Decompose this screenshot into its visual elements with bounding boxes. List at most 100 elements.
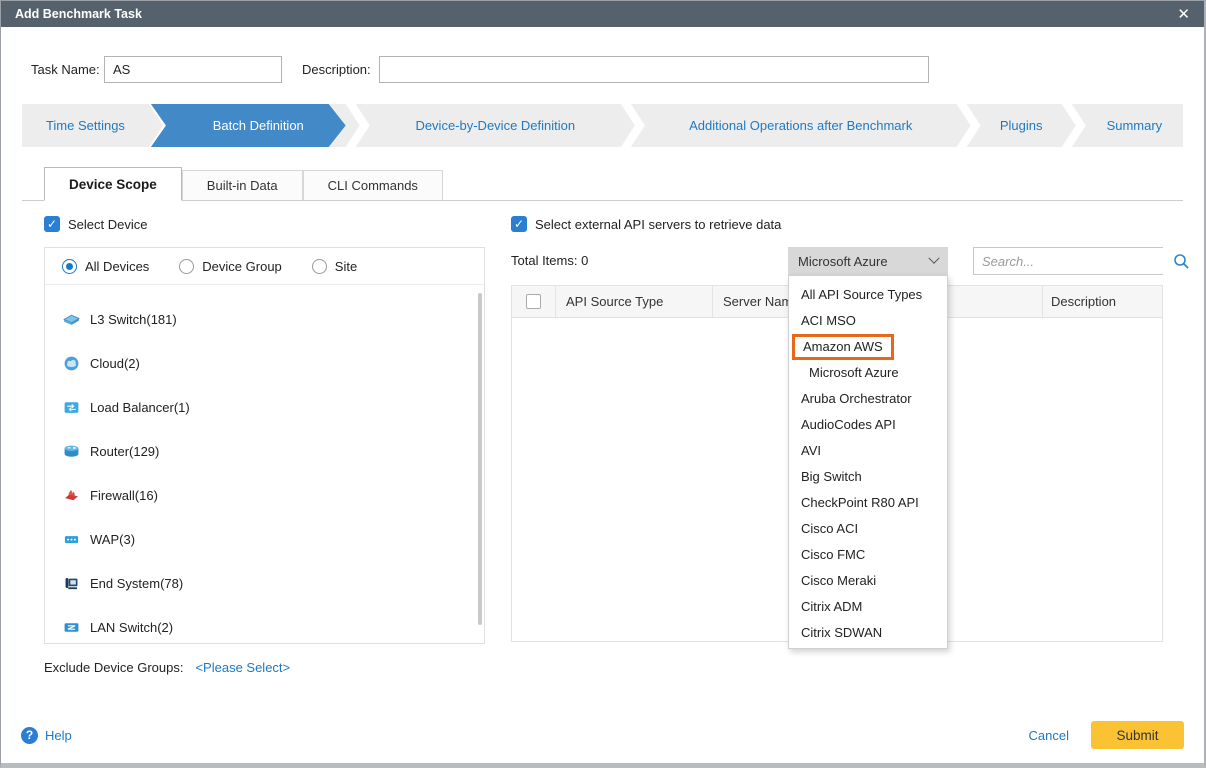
- dropdown-option-checkpoint-r80-api[interactable]: CheckPoint R80 API: [789, 490, 947, 516]
- wizard-step-additional-operations-after-benchmark[interactable]: Additional Operations after Benchmark: [645, 104, 957, 147]
- select-device-checkbox[interactable]: [44, 216, 60, 232]
- exclude-device-groups-link[interactable]: <Please Select>: [195, 660, 290, 675]
- wizard-step-device-by-device-definition[interactable]: Device-by-Device Definition: [370, 104, 621, 147]
- search-input[interactable]: [974, 248, 1168, 274]
- device-item-router[interactable]: Router(129): [45, 429, 484, 473]
- select-device-label: Select Device: [68, 217, 147, 232]
- device-item-wap[interactable]: WAP(3): [45, 517, 484, 561]
- dropdown-option-cisco-aci[interactable]: Cisco ACI: [789, 516, 947, 542]
- tab-device-scope[interactable]: Device Scope: [44, 167, 182, 201]
- wizard: Time SettingsBatch Definition Device-by-D…: [22, 104, 1183, 147]
- radio-button-icon[interactable]: [312, 259, 327, 274]
- wizard-chevron-icon: [621, 104, 645, 147]
- device-list-scrollbar[interactable]: [478, 293, 482, 625]
- device-item-cloud[interactable]: Cloud(2): [45, 341, 484, 385]
- tab-bar: Device ScopeBuilt-in DataCLI Commands: [22, 167, 1183, 201]
- device-item-label: Cloud(2): [90, 356, 140, 371]
- radio-button-icon[interactable]: [179, 259, 194, 274]
- dropdown-option-cisco-fmc[interactable]: Cisco FMC: [789, 542, 947, 568]
- api-source-type-dropdown[interactable]: Microsoft Azure: [788, 247, 948, 275]
- select-all-checkbox[interactable]: [526, 294, 541, 309]
- dropdown-option-avi[interactable]: AVI: [789, 438, 947, 464]
- dropdown-option-citrix-adm[interactable]: Citrix ADM: [789, 594, 947, 620]
- wizard-chevron-icon: [346, 104, 370, 147]
- device-scope-panel: Select Device All Devices Device Group Sit…: [44, 213, 485, 675]
- firewall-icon: [63, 487, 80, 504]
- wizard-step-summary[interactable]: Summary: [1086, 104, 1183, 147]
- dropdown-option-amazon-aws[interactable]: Amazon AWS: [789, 334, 947, 360]
- device-item-end-system[interactable]: End System(78): [45, 561, 484, 605]
- device-item-label: Firewall(16): [90, 488, 158, 503]
- device-item-label: Load Balancer(1): [90, 400, 190, 415]
- device-item-l3-switch[interactable]: L3 Switch(181): [45, 297, 484, 341]
- column-header-description: Description: [1042, 286, 1162, 317]
- dropdown-option-all-api-source-types[interactable]: All API Source Types: [789, 282, 947, 308]
- dropdown-option-cisco-meraki[interactable]: Cisco Meraki: [789, 568, 947, 594]
- dropdown-option-aruba-orchestrator[interactable]: Aruba Orchestrator: [789, 386, 947, 412]
- help-label: Help: [45, 728, 72, 743]
- cancel-button[interactable]: Cancel: [1029, 728, 1069, 743]
- help-button[interactable]: ? Help: [21, 727, 72, 744]
- column-header-api-source-type: API Source Type: [555, 286, 712, 317]
- total-items-count: 0: [581, 253, 588, 268]
- description-label: Description:: [302, 62, 379, 77]
- wizard-chevron-icon: [957, 104, 981, 147]
- device-item-load-balancer[interactable]: Load Balancer(1): [45, 385, 484, 429]
- end-system-icon: [63, 575, 80, 592]
- wizard-step-plugins[interactable]: Plugins: [981, 104, 1062, 147]
- l3-switch-icon: [63, 311, 80, 328]
- chevron-down-icon: [928, 253, 939, 264]
- radio-button-icon[interactable]: [62, 259, 77, 274]
- description-field[interactable]: [379, 56, 929, 83]
- radio-label: Device Group: [202, 259, 281, 274]
- radio-label: Site: [335, 259, 357, 274]
- exclude-device-groups-label: Exclude Device Groups:: [44, 660, 183, 675]
- device-item-firewall[interactable]: Firewall(16): [45, 473, 484, 517]
- submit-button[interactable]: Submit: [1091, 721, 1184, 749]
- wizard-step-time-settings[interactable]: Time Settings: [22, 104, 149, 147]
- device-box: All Devices Device Group Site L3 Switch(18…: [44, 247, 485, 644]
- close-icon[interactable]: ✕: [1177, 7, 1190, 22]
- wizard-chevron-icon: [1062, 104, 1086, 147]
- footer-bar: ? Help Cancel Submit: [1, 715, 1204, 755]
- radio-all-devices[interactable]: All Devices: [62, 259, 149, 274]
- device-item-lan-switch[interactable]: LAN Switch(2): [45, 605, 484, 643]
- router-icon: [63, 443, 80, 460]
- radio-device-group[interactable]: Device Group: [179, 259, 281, 274]
- wizard-step-batch-definition[interactable]: Batch Definition: [151, 104, 346, 147]
- device-item-label: LAN Switch(2): [90, 620, 173, 635]
- dialog-title: Add Benchmark Task: [15, 7, 142, 21]
- device-item-label: Router(129): [90, 444, 159, 459]
- dropdown-option-audiocodes-api[interactable]: AudioCodes API: [789, 412, 947, 438]
- api-source-type-dropdown-list: All API Source TypesACI MSOAmazon AWSMic…: [788, 275, 948, 649]
- add-benchmark-task-dialog: Add Benchmark Task ✕ Task Name: Descript…: [0, 0, 1206, 768]
- radio-label: All Devices: [85, 259, 149, 274]
- search-box: [973, 247, 1163, 275]
- select-api-servers-label: Select external API servers to retrieve …: [535, 217, 781, 232]
- title-bar: Add Benchmark Task ✕: [1, 1, 1204, 27]
- dropdown-option-aci-mso[interactable]: ACI MSO: [789, 308, 947, 334]
- dropdown-option-citrix-sdwan[interactable]: Citrix SDWAN: [789, 620, 947, 646]
- device-item-label: L3 Switch(181): [90, 312, 177, 327]
- task-name-label: Task Name:: [31, 62, 104, 77]
- radio-site[interactable]: Site: [312, 259, 357, 274]
- help-icon: ?: [21, 727, 38, 744]
- cloud-icon: [63, 355, 80, 372]
- api-servers-panel: Select external API servers to retrieve …: [511, 213, 1163, 675]
- task-form-row: Task Name: Description:: [31, 56, 1204, 83]
- device-item-label: WAP(3): [90, 532, 135, 547]
- select-api-servers-checkbox[interactable]: [511, 216, 527, 232]
- tab-cli-commands[interactable]: CLI Commands: [303, 170, 443, 200]
- device-scope-radios: All Devices Device Group Site: [45, 248, 484, 285]
- wap-icon: [63, 531, 80, 548]
- lan-switch-icon: [63, 619, 80, 636]
- search-icon[interactable]: [1168, 253, 1194, 270]
- dropdown-selected-value: Microsoft Azure: [798, 254, 888, 269]
- highlighted-option-box: Amazon AWS: [792, 334, 894, 360]
- device-list: L3 Switch(181) Cloud(2) Load Balancer(1) Ro…: [45, 285, 484, 643]
- tab-built-in-data[interactable]: Built-in Data: [182, 170, 303, 200]
- dropdown-option-big-switch[interactable]: Big Switch: [789, 464, 947, 490]
- task-name-field[interactable]: [104, 56, 282, 83]
- dropdown-option-microsoft-azure[interactable]: Microsoft Azure: [789, 360, 947, 386]
- main-content: Device ScopeBuilt-in DataCLI Commands Se…: [22, 167, 1183, 675]
